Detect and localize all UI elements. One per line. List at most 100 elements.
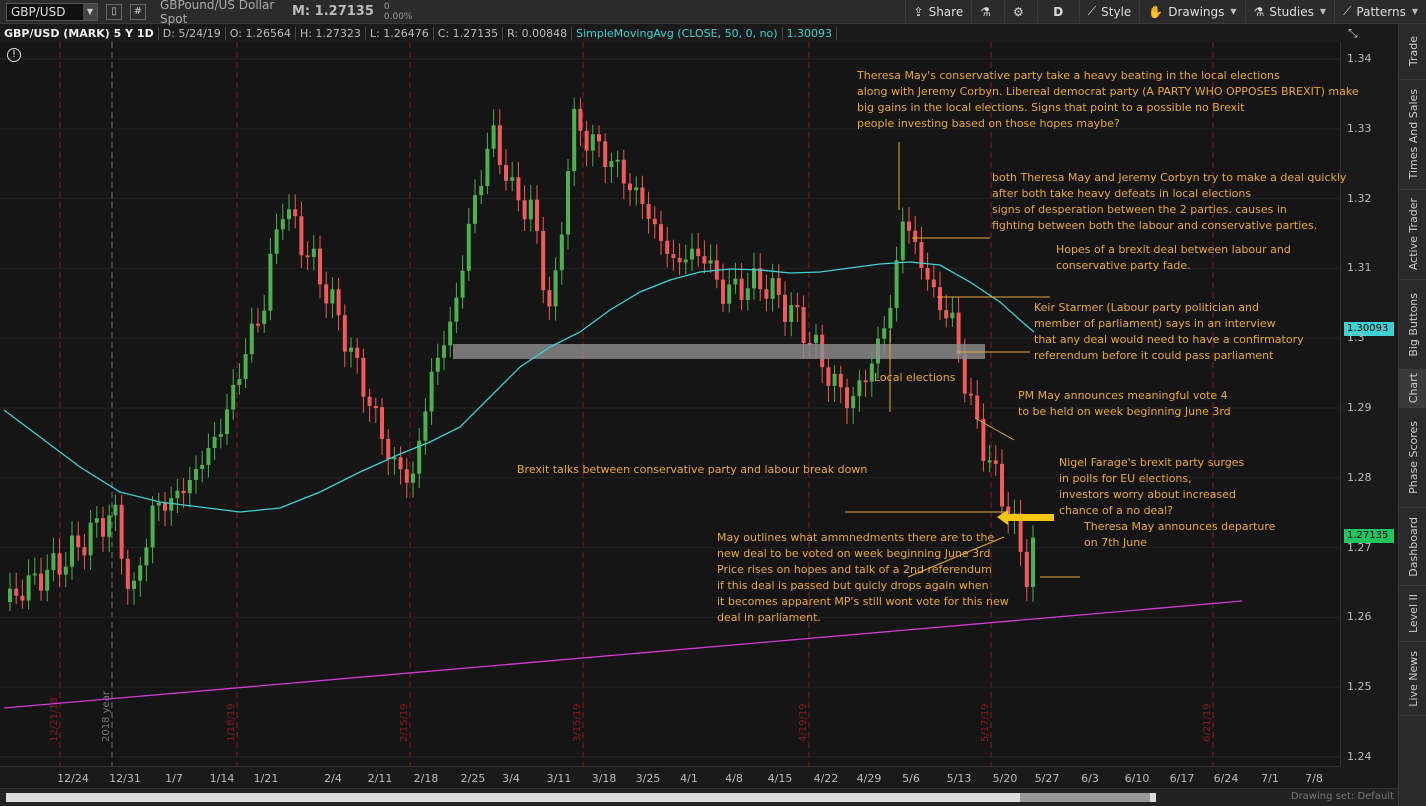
date-label: 1/7 xyxy=(165,772,183,785)
style-icon: ⟋ xyxy=(1087,4,1097,18)
side-tab-chart[interactable]: Chart xyxy=(1399,370,1426,408)
candle-body xyxy=(814,334,818,344)
candle-body xyxy=(107,515,112,537)
candle-body xyxy=(950,312,955,319)
side-tab-trade[interactable]: Trade xyxy=(1399,24,1426,80)
settings-button[interactable]: ⚙ xyxy=(1003,0,1037,24)
studies-button[interactable]: ⚗ Studies ▼ xyxy=(1244,0,1334,24)
collapse-icon[interactable]: ⤡ xyxy=(1348,26,1358,41)
side-tab-big-buttons[interactable]: Big Buttons xyxy=(1399,280,1426,370)
candle-body xyxy=(857,380,862,397)
price-label: 1.24 xyxy=(1347,750,1372,763)
candle-body xyxy=(900,221,905,261)
mark-price-block: M: 1.27135 0 0.00% xyxy=(292,2,412,22)
candle-body xyxy=(70,535,74,567)
date-label: 5/20 xyxy=(992,772,1018,785)
date-label: 3/18 xyxy=(591,772,617,785)
candle-body xyxy=(659,224,663,241)
date-label: 2/11 xyxy=(367,772,393,785)
candle-body xyxy=(200,464,205,469)
candle-body xyxy=(789,304,794,322)
drawing-set-label[interactable]: Drawing set: Default xyxy=(1291,791,1394,802)
candle-body xyxy=(665,240,670,254)
date-label: 5/6 xyxy=(902,772,920,785)
share-button[interactable]: ⇪ Share xyxy=(904,0,972,24)
candle-body xyxy=(845,387,849,409)
alert-icon[interactable]: ! xyxy=(7,48,21,62)
side-tab-active-trader[interactable]: Active Trader xyxy=(1399,190,1426,280)
candle-body xyxy=(702,256,707,264)
patterns-button[interactable]: ⟋ Patterns ▼ xyxy=(1334,0,1426,24)
candle-body xyxy=(993,460,998,464)
side-tab-live-news[interactable]: Live News xyxy=(1399,642,1426,716)
period-button[interactable]: D xyxy=(1036,0,1079,24)
date-label: 6/17 xyxy=(1169,772,1195,785)
chart-scrollbar[interactable] xyxy=(6,793,1156,802)
side-tabs: Trade Times And Sales Active Trader Big But… xyxy=(1398,24,1426,806)
info-date: D: 5/24/19 xyxy=(159,27,226,40)
top-toolbar: GBP/USD ▼ ▯ # GBPound/US Dollar Spot M: … xyxy=(0,0,1426,26)
symbol-description: GBPound/US Dollar Spot xyxy=(160,0,275,26)
candle-body xyxy=(739,278,744,301)
candle-body xyxy=(1031,537,1035,587)
side-tab-phase-scores[interactable]: Phase Scores xyxy=(1399,408,1426,508)
style-button[interactable]: ⟋ Style xyxy=(1078,0,1140,24)
candle-body xyxy=(212,436,217,449)
side-tab-dashboard[interactable]: Dashboard xyxy=(1399,508,1426,586)
candle-body xyxy=(671,253,676,259)
candle-body xyxy=(82,547,87,556)
candle-body xyxy=(919,241,924,268)
candle-body xyxy=(45,569,50,591)
drawings-button[interactable]: ✋ Drawings ▼ xyxy=(1139,0,1244,24)
price-axis[interactable]: 1.30093 1.27135 1.34 1.33 1.32 1.31 1.3 1.29 1… xyxy=(1340,42,1398,766)
candle-body xyxy=(590,134,595,151)
candle-body xyxy=(380,407,384,439)
chevron-down-icon[interactable]: ▼ xyxy=(83,3,97,20)
candle-body xyxy=(88,522,93,556)
flask-button[interactable]: ⚗ xyxy=(971,0,1004,24)
candle-body xyxy=(1024,551,1029,587)
date-axis[interactable]: 12/24 12/31 1/7 1/14 1/21 2/4 2/11 2/18 2/25 3/4 3… xyxy=(0,766,1340,788)
candle-body xyxy=(609,161,614,168)
scrollbar-thumb[interactable] xyxy=(1020,793,1150,802)
candle-body xyxy=(101,518,105,537)
support-zone-rect xyxy=(453,344,985,359)
candle-body xyxy=(231,384,236,410)
candle-body xyxy=(851,396,856,409)
info-close: C: 1.27135 xyxy=(434,27,504,40)
date-label: 3/11 xyxy=(546,772,572,785)
annotation-meaningful-vote: PM May announces meaningful vote 4 to be … xyxy=(1018,389,1231,418)
side-tab-level-ii[interactable]: Level II xyxy=(1399,586,1426,642)
candle-body xyxy=(138,565,143,581)
candle-body xyxy=(175,490,180,499)
price-label: 1.31 xyxy=(1347,261,1372,275)
candle-body xyxy=(125,558,130,589)
chevron-down-icon: ▼ xyxy=(1230,7,1237,16)
grid-icon[interactable]: # xyxy=(130,3,146,20)
candle-body xyxy=(404,469,409,483)
candle-body xyxy=(194,468,198,480)
mark-price: M: 1.27135 xyxy=(292,4,374,19)
side-tab-times-and-sales[interactable]: Times And Sales xyxy=(1399,80,1426,190)
candle-body xyxy=(745,288,750,301)
candle-body xyxy=(758,268,763,290)
candle-body xyxy=(987,460,992,463)
link-icon[interactable]: ▯ xyxy=(106,3,122,20)
candle-body xyxy=(349,347,353,352)
info-range: R: 0.00848 xyxy=(503,27,573,40)
sma-study-label[interactable]: SimpleMovingAvg (CLOSE, 50, 0, no) xyxy=(572,27,783,40)
date-label: 2/25 xyxy=(460,772,486,785)
patterns-label: Patterns xyxy=(1356,4,1406,19)
bottom-bar: Drawing set: Default xyxy=(0,788,1398,806)
candle-body xyxy=(938,287,942,311)
symbol-selector[interactable]: GBP/USD ▼ xyxy=(6,2,98,21)
patterns-icon: ⟋ xyxy=(1343,4,1352,18)
share-icon: ⇪ xyxy=(913,4,924,19)
candle-body xyxy=(8,588,12,602)
vertical-marker-label: 3/15/19 xyxy=(572,703,583,742)
candle-body xyxy=(262,310,267,324)
candle-body xyxy=(640,187,645,205)
candle-body xyxy=(621,159,626,184)
vertical-marker-label: 2018 year xyxy=(101,690,112,742)
candle-body xyxy=(460,270,465,298)
